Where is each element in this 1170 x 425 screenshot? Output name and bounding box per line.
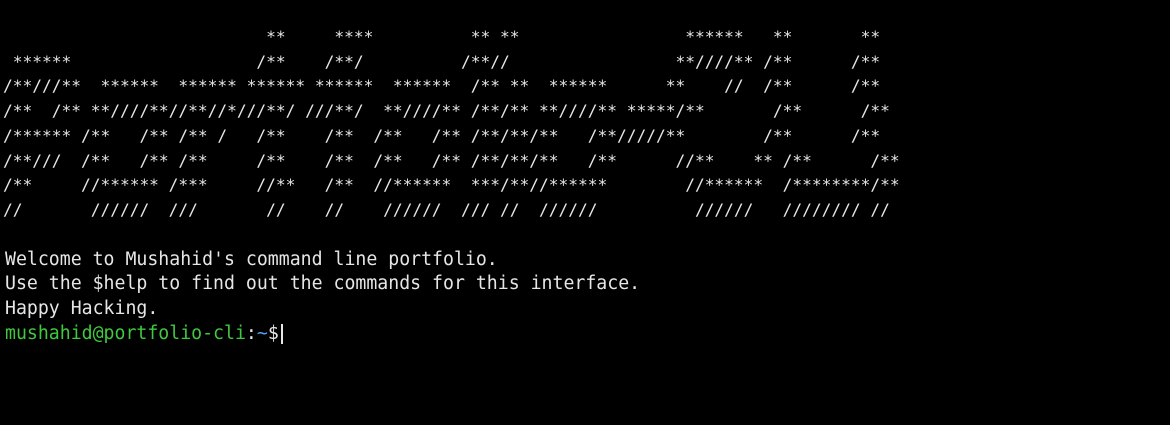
ascii-banner: ** **** ** ** ****** ** ** ****** /** /*…	[3, 0, 1163, 223]
help-hint-message: Use the $help to find out the commands f…	[5, 273, 641, 295]
terminal-window[interactable]: ** **** ** ** ****** ** ** ****** /** /*…	[3, 0, 1165, 425]
terminal-output: Welcome to Mushahid's command line portf…	[5, 248, 1165, 322]
banner-line: /****** /** /** /** / /** /** /** /** /*…	[3, 125, 881, 145]
happy-hacking-message: Happy Hacking.	[5, 298, 159, 319]
banner-line: /**///** ****** ****** ****** ****** ***…	[3, 76, 881, 96]
prompt-separator: :	[245, 322, 257, 344]
welcome-message: Welcome to Mushahid's command line portf…	[5, 248, 498, 270]
banner-line: /** /** **////**//**//*///**/ ///**/ **/…	[3, 101, 890, 121]
prompt-path: ~	[256, 322, 268, 344]
prompt-symbol: $	[267, 322, 279, 344]
banner-line: ** **** ** ** ****** ** **	[3, 27, 881, 46]
prompt-user-host: mushahid@portfolio-cli	[5, 322, 246, 344]
banner-line: /**/// /** /** /** /** /** /** /** /**/*…	[3, 150, 900, 170]
banner-line: /** //****** /*** //** /** //****** ***/…	[3, 175, 900, 195]
text-cursor	[280, 324, 283, 345]
banner-line: // ////// /// // // ////// /// // //////…	[3, 199, 890, 219]
banner-line: ****** /** /**/ /**// **////** /** /**	[3, 51, 881, 71]
command-prompt[interactable]: mushahid@portfolio-cli: ~ $	[5, 322, 1165, 347]
